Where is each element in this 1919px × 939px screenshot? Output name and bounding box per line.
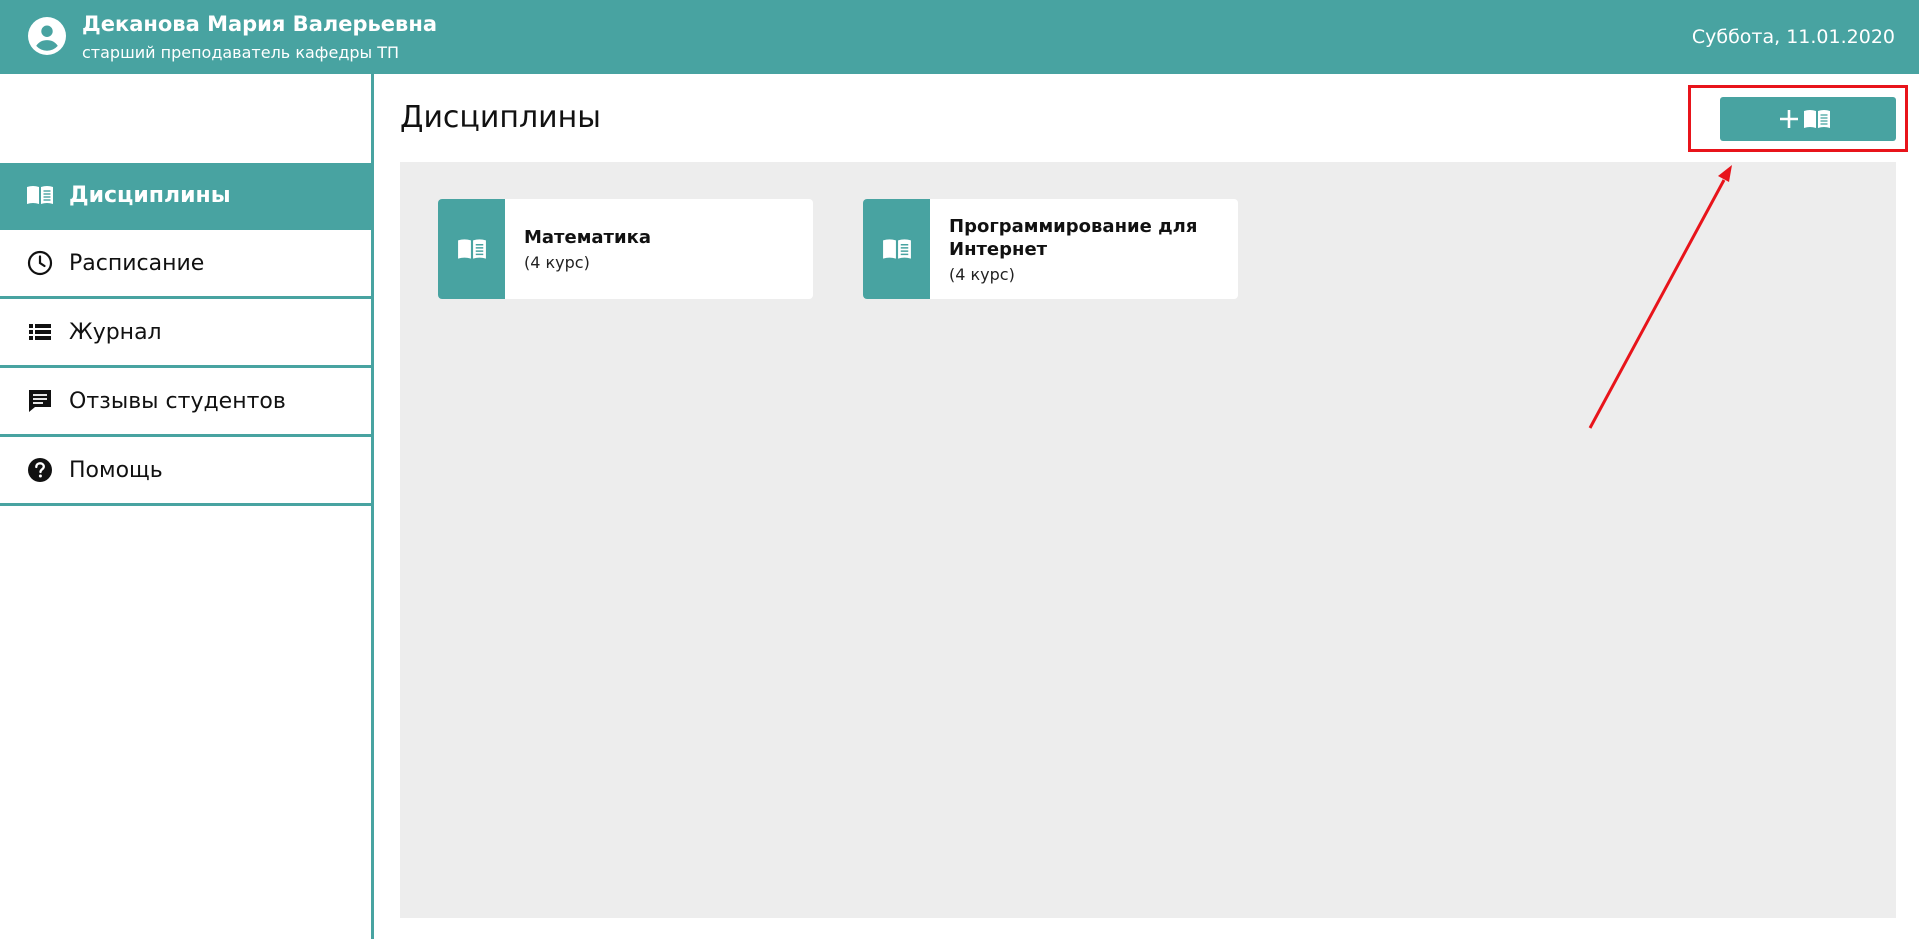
clock-icon xyxy=(25,248,55,278)
sidebar-item-help[interactable]: Помощь xyxy=(0,437,371,506)
discipline-card[interactable]: Математика (4 курс) xyxy=(438,199,813,299)
discipline-course: (4 курс) xyxy=(524,253,590,272)
add-book-icon xyxy=(1780,110,1830,128)
sidebar-item-label: Помощь xyxy=(69,457,163,483)
sidebar-item-label: Дисциплины xyxy=(69,182,231,208)
discipline-title: Программирование для Интернет xyxy=(949,215,1198,260)
sidebar-item-label: Отзывы студентов xyxy=(69,388,286,414)
book-open-icon xyxy=(863,199,930,299)
current-date: Суббота, 11.01.2020 xyxy=(1691,26,1895,48)
sidebar-item-journal[interactable]: Журнал xyxy=(0,299,371,368)
discipline-title: Математика xyxy=(524,227,651,248)
add-discipline-button[interactable] xyxy=(1720,97,1896,141)
top-bar: Деканова Мария Валерьевна старший препод… xyxy=(0,0,1919,74)
list-icon xyxy=(25,317,55,347)
sidebar-item-label: Журнал xyxy=(69,319,162,345)
help-circle-icon xyxy=(25,455,55,485)
page-title: Дисциплины xyxy=(400,100,601,135)
book-open-icon xyxy=(438,199,505,299)
discipline-card[interactable]: Программирование для Интернет (4 курс) xyxy=(863,199,1238,299)
comment-icon xyxy=(25,386,55,416)
sidebar-item-disciplines[interactable]: Дисциплины xyxy=(0,163,371,230)
user-name: Деканова Мария Валерьевна xyxy=(82,12,438,36)
book-open-icon xyxy=(25,180,55,210)
sidebar-item-label: Расписание xyxy=(69,250,205,276)
discipline-course: (4 курс) xyxy=(949,264,1015,284)
user-role: старший преподаватель кафедры ТП xyxy=(82,43,400,62)
sidebar-item-schedule[interactable]: Расписание xyxy=(0,230,371,299)
disciplines-panel: Математика (4 курс) Программирование для… xyxy=(400,162,1896,918)
sidebar-item-student-feedback[interactable]: Отзывы студентов xyxy=(0,368,371,437)
sidebar-nav: Дисциплины Расписание Журнал Отзывы студ… xyxy=(0,163,371,506)
account-circle-icon[interactable] xyxy=(28,17,66,55)
sidebar: Дисциплины Расписание Журнал Отзывы студ… xyxy=(0,74,374,939)
